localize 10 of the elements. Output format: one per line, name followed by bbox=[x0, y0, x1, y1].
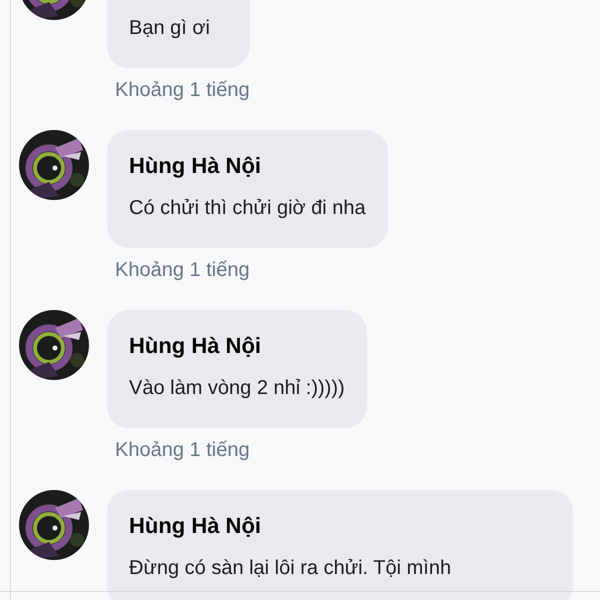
comment-text: Bạn gì ơi bbox=[129, 16, 211, 41]
author-name[interactable]: Hùng Hà Nội bbox=[129, 152, 366, 180]
comment-text: Có chửi thì chửi giờ đi nha bbox=[129, 196, 366, 221]
comment-text: Vào làm vòng 2 nhỉ :))))) bbox=[129, 376, 345, 401]
author-name[interactable]: Hùng Hà Nội bbox=[129, 512, 551, 540]
timestamp[interactable]: Khoảng 1 tiếng bbox=[115, 78, 250, 102]
timestamp[interactable]: Khoảng 1 tiếng bbox=[115, 258, 388, 282]
timestamp[interactable]: Khoảng 1 tiếng bbox=[115, 438, 367, 462]
comment-text: Đừng có sàn lại lôi ra chửi. Tội mình bbox=[129, 556, 452, 581]
author-name[interactable]: Hùng Hà Nội bbox=[129, 332, 345, 360]
